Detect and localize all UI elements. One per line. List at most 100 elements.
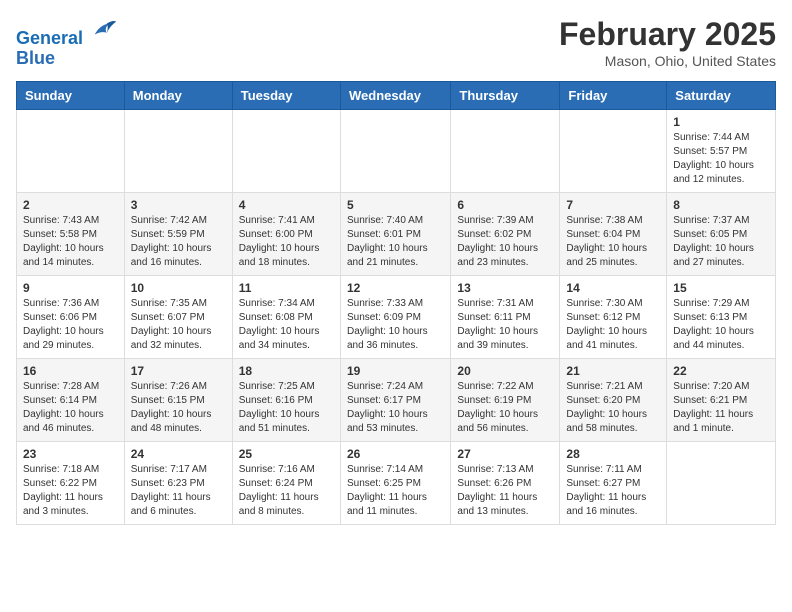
day-info: Sunrise: 7:11 AM Sunset: 6:27 PM Dayligh… [566,463,660,519]
day-number: 2 [23,198,118,212]
location: Mason, Ohio, United States [559,53,776,69]
calendar-cell: 9 Sunrise: 7:36 AM Sunset: 6:06 PM Daylig… [17,276,125,359]
title-block: February 2025 Mason, Ohio, United States [559,16,776,69]
day-info: Sunrise: 7:29 AM Sunset: 6:13 PM Dayligh… [673,297,769,353]
calendar-cell: 15 Sunrise: 7:29 AM Sunset: 6:13 PM Dayli… [667,276,776,359]
calendar-cell: 17 Sunrise: 7:26 AM Sunset: 6:15 PM Dayli… [124,359,232,442]
calendar-cell: 5 Sunrise: 7:40 AM Sunset: 6:01 PM Daylig… [340,193,450,276]
calendar-cell: 19 Sunrise: 7:24 AM Sunset: 6:17 PM Dayli… [340,359,450,442]
day-info: Sunrise: 7:20 AM Sunset: 6:21 PM Dayligh… [673,380,769,436]
weekday-header-tuesday: Tuesday [232,82,340,110]
day-info: Sunrise: 7:30 AM Sunset: 6:12 PM Dayligh… [566,297,660,353]
calendar-week-5: 23 Sunrise: 7:18 AM Sunset: 6:22 PM Dayli… [17,442,776,525]
day-info: Sunrise: 7:42 AM Sunset: 5:59 PM Dayligh… [131,214,226,270]
calendar-cell: 13Sunrise: 7:31 AM Sunset: 6:11 PM Dayli… [451,276,560,359]
calendar-table: SundayMondayTuesdayWednesdayThursdayFrid… [16,81,776,525]
day-number: 23 [23,447,118,461]
weekday-header-friday: Friday [560,82,667,110]
calendar-cell [340,110,450,193]
calendar-cell: 24 Sunrise: 7:17 AM Sunset: 6:23 PM Dayli… [124,442,232,525]
calendar-cell: 16 Sunrise: 7:28 AM Sunset: 6:14 PM Dayli… [17,359,125,442]
day-info: Sunrise: 7:44 AM Sunset: 5:57 PM Dayligh… [673,131,769,187]
day-number: 24 [131,447,226,461]
day-info: Sunrise: 7:18 AM Sunset: 6:22 PM Dayligh… [23,463,118,519]
day-number: 18 [239,364,334,378]
day-info: Sunrise: 7:39 AM Sunset: 6:02 PM Dayligh… [457,214,553,270]
day-number: 1 [673,115,769,129]
calendar-cell: 1 Sunrise: 7:44 AM Sunset: 5:57 PM Daylig… [667,110,776,193]
calendar-cell: 22 Sunrise: 7:20 AM Sunset: 6:21 PM Dayli… [667,359,776,442]
calendar-cell [17,110,125,193]
calendar-cell: 11 Sunrise: 7:34 AM Sunset: 6:08 PM Dayli… [232,276,340,359]
month-title: February 2025 [559,16,776,53]
calendar-week-4: 16 Sunrise: 7:28 AM Sunset: 6:14 PM Dayli… [17,359,776,442]
calendar-cell: 25 Sunrise: 7:16 AM Sunset: 6:24 PM Dayli… [232,442,340,525]
day-info: Sunrise: 7:24 AM Sunset: 6:17 PM Dayligh… [347,380,444,436]
day-info: Sunrise: 7:40 AM Sunset: 6:01 PM Dayligh… [347,214,444,270]
weekday-header-monday: Monday [124,82,232,110]
calendar-cell: 6 Sunrise: 7:39 AM Sunset: 6:02 PM Daylig… [451,193,560,276]
calendar-cell: 4Sunrise: 7:41 AM Sunset: 6:00 PM Daylig… [232,193,340,276]
day-number: 9 [23,281,118,295]
day-number: 27 [457,447,553,461]
day-info: Sunrise: 7:35 AM Sunset: 6:07 PM Dayligh… [131,297,226,353]
weekday-header-thursday: Thursday [451,82,560,110]
day-number: 22 [673,364,769,378]
calendar-week-2: 2 Sunrise: 7:43 AM Sunset: 5:58 PM Daylig… [17,193,776,276]
calendar-cell: 12 Sunrise: 7:33 AM Sunset: 6:09 PM Dayli… [340,276,450,359]
calendar-week-3: 9 Sunrise: 7:36 AM Sunset: 6:06 PM Daylig… [17,276,776,359]
calendar-cell: 8Sunrise: 7:37 AM Sunset: 6:05 PM Daylig… [667,193,776,276]
day-number: 25 [239,447,334,461]
weekday-header-sunday: Sunday [17,82,125,110]
day-number: 11 [239,281,334,295]
day-number: 16 [23,364,118,378]
weekday-header-saturday: Saturday [667,82,776,110]
calendar-cell: 27 Sunrise: 7:13 AM Sunset: 6:26 PM Dayli… [451,442,560,525]
day-number: 26 [347,447,444,461]
day-info: Sunrise: 7:16 AM Sunset: 6:24 PM Dayligh… [239,463,334,519]
calendar-cell: 10 Sunrise: 7:35 AM Sunset: 6:07 PM Dayli… [124,276,232,359]
day-number: 14 [566,281,660,295]
logo-blue: Blue [16,48,55,68]
day-info: Sunrise: 7:22 AM Sunset: 6:19 PM Dayligh… [457,380,553,436]
day-number: 5 [347,198,444,212]
calendar-cell: 2 Sunrise: 7:43 AM Sunset: 5:58 PM Daylig… [17,193,125,276]
calendar-cell: 18 Sunrise: 7:25 AM Sunset: 6:16 PM Dayli… [232,359,340,442]
day-number: 17 [131,364,226,378]
day-info: Sunrise: 7:21 AM Sunset: 6:20 PM Dayligh… [566,380,660,436]
day-number: 12 [347,281,444,295]
day-info: Sunrise: 7:17 AM Sunset: 6:23 PM Dayligh… [131,463,226,519]
day-info: Sunrise: 7:28 AM Sunset: 6:14 PM Dayligh… [23,380,118,436]
day-number: 19 [347,364,444,378]
logo-bird-icon [90,16,118,44]
calendar-cell [667,442,776,525]
day-info: Sunrise: 7:43 AM Sunset: 5:58 PM Dayligh… [23,214,118,270]
day-info: Sunrise: 7:37 AM Sunset: 6:05 PM Dayligh… [673,214,769,270]
calendar-week-1: 1 Sunrise: 7:44 AM Sunset: 5:57 PM Daylig… [17,110,776,193]
day-number: 21 [566,364,660,378]
day-number: 6 [457,198,553,212]
calendar-cell: 21 Sunrise: 7:21 AM Sunset: 6:20 PM Dayli… [560,359,667,442]
day-info: Sunrise: 7:26 AM Sunset: 6:15 PM Dayligh… [131,380,226,436]
day-info: Sunrise: 7:14 AM Sunset: 6:25 PM Dayligh… [347,463,444,519]
calendar-cell [124,110,232,193]
day-number: 15 [673,281,769,295]
calendar-cell: 7Sunrise: 7:38 AM Sunset: 6:04 PM Daylig… [560,193,667,276]
day-number: 10 [131,281,226,295]
day-info: Sunrise: 7:36 AM Sunset: 6:06 PM Dayligh… [23,297,118,353]
day-info: Sunrise: 7:34 AM Sunset: 6:08 PM Dayligh… [239,297,334,353]
day-number: 4 [239,198,334,212]
calendar-cell: 20Sunrise: 7:22 AM Sunset: 6:19 PM Dayli… [451,359,560,442]
day-info: Sunrise: 7:38 AM Sunset: 6:04 PM Dayligh… [566,214,660,270]
calendar-cell [560,110,667,193]
calendar-cell [232,110,340,193]
calendar-cell: 26 Sunrise: 7:14 AM Sunset: 6:25 PM Dayli… [340,442,450,525]
day-number: 3 [131,198,226,212]
logo: General Blue [16,16,118,69]
day-info: Sunrise: 7:33 AM Sunset: 6:09 PM Dayligh… [347,297,444,353]
day-info: Sunrise: 7:31 AM Sunset: 6:11 PM Dayligh… [457,297,553,353]
calendar-cell: 23 Sunrise: 7:18 AM Sunset: 6:22 PM Dayli… [17,442,125,525]
day-number: 28 [566,447,660,461]
day-info: Sunrise: 7:13 AM Sunset: 6:26 PM Dayligh… [457,463,553,519]
day-info: Sunrise: 7:25 AM Sunset: 6:16 PM Dayligh… [239,380,334,436]
